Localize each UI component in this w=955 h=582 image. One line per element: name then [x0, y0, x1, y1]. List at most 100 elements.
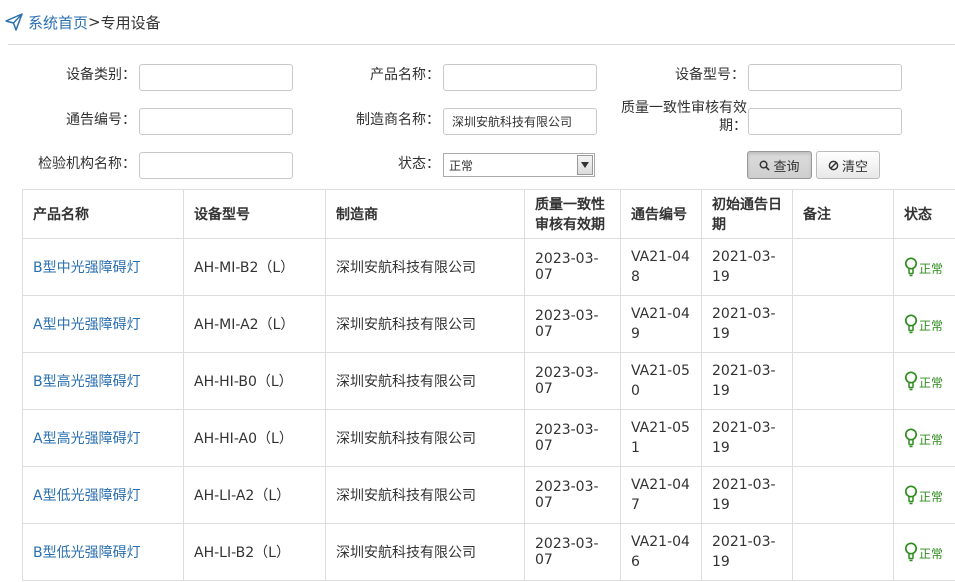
cell-status: 正常	[893, 352, 955, 410]
cell-initial-date: 2021-03-19	[701, 352, 793, 410]
validity-input[interactable]	[748, 108, 902, 135]
cell-remark	[792, 466, 894, 524]
header-validity[interactable]: 质量一致性审核有效期	[524, 189, 621, 239]
cell-device-model: AH-LI-B2（L）	[183, 523, 326, 581]
cell-initial-date: 2021-03-19	[701, 466, 793, 524]
status-text: 正常	[919, 547, 944, 561]
status-badge: 正常	[904, 428, 945, 448]
clear-button[interactable]: 清空	[816, 151, 880, 179]
cell-manufacturer: 深圳安航科技有限公司	[325, 295, 525, 353]
header-manufacturer[interactable]: 制造商	[325, 189, 525, 239]
inspection-org-label: 检验机构名称：	[38, 156, 136, 172]
cell-status: 正常	[893, 523, 955, 581]
status-badge: 正常	[904, 371, 945, 391]
bulb-icon	[904, 257, 918, 277]
cell-product-name: A型高光强障碍灯	[22, 409, 184, 467]
status-badge: 正常	[904, 542, 945, 562]
search-button-label: 查询	[773, 159, 800, 175]
product-link[interactable]: A型高光强障碍灯	[33, 431, 141, 447]
cell-remark	[792, 238, 894, 296]
cell-notice-no: VA21-051	[620, 409, 702, 467]
cell-product-name: B型中光强障碍灯	[22, 238, 184, 296]
cell-status: 正常	[893, 295, 955, 353]
table-row: B型中光强障碍灯 AH-MI-B2（L） 深圳安航科技有限公司 2023-03-07 V…	[22, 238, 955, 296]
status-text: 正常	[919, 319, 944, 333]
product-link[interactable]: B型中光强障碍灯	[33, 260, 141, 276]
header-divider	[8, 44, 955, 45]
paper-plane-icon	[5, 13, 23, 31]
header-notice-no[interactable]: 通告编号	[620, 189, 702, 239]
cell-validity: 2023-03-07	[524, 466, 621, 524]
header-remark[interactable]: 备注	[792, 189, 894, 239]
status-label: 状态：	[398, 156, 440, 172]
device-category-input[interactable]	[139, 64, 293, 91]
status-text: 正常	[919, 376, 944, 390]
bulb-icon	[904, 371, 918, 391]
product-name-input[interactable]	[443, 64, 597, 91]
validity-label-line1: 质量一致性审核有效	[621, 100, 747, 116]
status-text: 正常	[919, 433, 944, 447]
cell-device-model: AH-MI-A2（L）	[183, 295, 326, 353]
table-row: A型低光强障碍灯 AH-LI-A2（L） 深圳安航科技有限公司 2023-03-07 V…	[22, 466, 955, 524]
cell-manufacturer: 深圳安航科技有限公司	[325, 238, 525, 296]
cell-product-name: B型低光强障碍灯	[22, 523, 184, 581]
breadcrumb: 系统首页 > 专用设备	[5, 10, 161, 34]
cell-product-name: A型低光强障碍灯	[22, 466, 184, 524]
validity-label-line2: 期：	[719, 118, 747, 134]
product-link[interactable]: B型高光强障碍灯	[33, 374, 141, 390]
breadcrumb-home-link[interactable]: 系统首页	[28, 12, 88, 33]
cell-device-model: AH-HI-B0（L）	[183, 352, 326, 410]
device-model-input[interactable]	[748, 64, 902, 91]
breadcrumb-separator: >	[88, 13, 101, 31]
table-row: A型中光强障碍灯 AH-MI-A2（L） 深圳安航科技有限公司 2023-03-07 V…	[22, 295, 955, 353]
inspection-org-input[interactable]	[139, 152, 293, 179]
cell-status: 正常	[893, 238, 955, 296]
status-badge: 正常	[904, 485, 945, 505]
cell-initial-date: 2021-03-19	[701, 409, 793, 467]
device-model-label: 设备型号：	[675, 67, 745, 83]
status-select-value: 正常	[449, 158, 474, 173]
cell-remark	[792, 352, 894, 410]
bulb-icon	[904, 314, 918, 334]
search-button[interactable]: 查询	[747, 151, 812, 179]
cell-validity: 2023-03-07	[524, 238, 621, 296]
cell-manufacturer: 深圳安航科技有限公司	[325, 466, 525, 524]
status-select[interactable]: 正常	[443, 153, 595, 177]
cell-notice-no: VA21-049	[620, 295, 702, 353]
clear-button-label: 清空	[841, 159, 868, 175]
bulb-icon	[904, 428, 918, 448]
notice-no-label: 通告编号：	[66, 112, 136, 128]
status-text: 正常	[919, 262, 944, 276]
cell-remark	[792, 409, 894, 467]
cell-validity: 2023-03-07	[524, 352, 621, 410]
product-link[interactable]: B型低光强障碍灯	[33, 545, 141, 561]
cell-status: 正常	[893, 409, 955, 467]
header-device-model[interactable]: 设备型号	[183, 189, 326, 239]
device-category-label: 设备类别：	[66, 67, 136, 83]
product-name-label: 产品名称：	[370, 67, 440, 83]
header-initial-date[interactable]: 初始通告日期	[701, 189, 793, 239]
cell-notice-no: VA21-048	[620, 238, 702, 296]
dropdown-arrow-icon[interactable]	[577, 155, 593, 175]
cell-manufacturer: 深圳安航科技有限公司	[325, 523, 525, 581]
cell-device-model: AH-HI-A0（L）	[183, 409, 326, 467]
results-table: 产品名称 设备型号 制造商 质量一致性审核有效期 通告编号 初始通告日期 备注 …	[22, 189, 955, 581]
header-product-name[interactable]: 产品名称	[22, 189, 184, 239]
validity-label: 质量一致性审核有效 期：	[605, 99, 747, 135]
manufacturer-input[interactable]	[443, 108, 597, 135]
cell-validity: 2023-03-07	[524, 295, 621, 353]
breadcrumb-current: 专用设备	[100, 13, 161, 32]
header-status[interactable]: 状态	[893, 189, 955, 239]
cell-notice-no: VA21-047	[620, 466, 702, 524]
cell-manufacturer: 深圳安航科技有限公司	[325, 409, 525, 467]
product-link[interactable]: A型中光强障碍灯	[33, 317, 141, 333]
manufacturer-label: 制造商名称：	[356, 112, 440, 128]
notice-no-input[interactable]	[139, 108, 293, 135]
bulb-icon	[904, 485, 918, 505]
cell-manufacturer: 深圳安航科技有限公司	[325, 352, 525, 410]
cell-product-name: A型中光强障碍灯	[22, 295, 184, 353]
product-link[interactable]: A型低光强障碍灯	[33, 488, 141, 504]
table-row: B型低光强障碍灯 AH-LI-B2（L） 深圳安航科技有限公司 2023-03-07 V…	[22, 523, 955, 581]
bulb-icon	[904, 542, 918, 562]
cell-notice-no: VA21-046	[620, 523, 702, 581]
